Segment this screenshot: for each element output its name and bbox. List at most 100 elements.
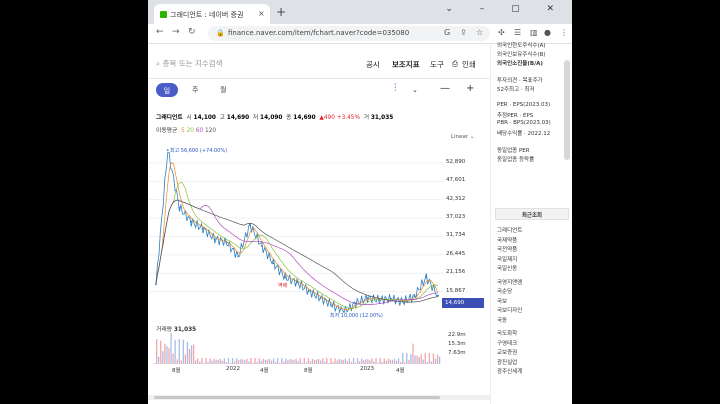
volume-bar bbox=[277, 358, 279, 364]
candle-type-icon[interactable]: ⫶ bbox=[394, 83, 397, 94]
recent-viewed-tab[interactable]: 최근조회 bbox=[495, 208, 569, 220]
recent-stock-link[interactable]: 국일신동 bbox=[497, 264, 517, 272]
tab-period-month[interactable]: 월 bbox=[220, 85, 226, 95]
high-annotation: 최고 56,600 (+74.00%) bbox=[170, 148, 228, 154]
recent-stock-link[interactable]: 국동 bbox=[497, 316, 507, 324]
sidepanel-icon[interactable]: ▥ bbox=[530, 28, 538, 37]
search-input[interactable]: 종목 또는 지수검색 bbox=[163, 59, 223, 68]
reading-list-icon[interactable]: ☰ bbox=[514, 28, 521, 37]
x-tick-label: 4월 bbox=[260, 368, 269, 374]
volume-bar bbox=[416, 355, 418, 364]
volume-bar bbox=[244, 360, 246, 364]
ma60-line bbox=[155, 199, 439, 306]
menu-notice[interactable]: 공시 bbox=[366, 59, 380, 70]
volume-bar bbox=[301, 362, 303, 364]
volume-bar bbox=[162, 351, 164, 364]
volume-chart[interactable] bbox=[148, 332, 444, 364]
recent-stock-link[interactable]: 국보디자인 bbox=[497, 306, 522, 314]
menu-indicators[interactable]: 보조지표 bbox=[392, 59, 420, 70]
volume-bar bbox=[242, 359, 244, 364]
y-tick-label: 21,156 bbox=[446, 269, 466, 276]
volume-bar bbox=[270, 360, 273, 364]
volume-bar bbox=[160, 340, 162, 364]
volume-bar bbox=[188, 348, 191, 364]
print-icon[interactable]: ⎙ bbox=[452, 59, 458, 69]
recent-stock-link[interactable]: 국일제지 bbox=[497, 255, 517, 263]
recent-stock-link[interactable]: 광주신세계 bbox=[497, 367, 522, 375]
search-icon: ⌕ bbox=[156, 59, 161, 68]
info-sidebar: 외국인한도주식수(A) 외국인보유주식수(B) 외국인소진율(B/A) 투자의견 · … bbox=[490, 43, 572, 404]
volume-bar bbox=[385, 360, 387, 364]
recent-stock-link[interactable]: 구영테크 bbox=[497, 339, 517, 347]
price-point bbox=[366, 297, 369, 299]
menu-print[interactable]: 인쇄 bbox=[462, 59, 476, 70]
volume-bar bbox=[379, 358, 381, 364]
volume-bar bbox=[307, 358, 310, 364]
browser-window: 그래디언트 : 네이버 증권 × + ⌄ – ▢ ✕ ← → ↻ 🔒 finan… bbox=[148, 0, 572, 404]
window-controls[interactable]: ⌄ – ▢ ✕ bbox=[445, 4, 566, 14]
share-icon[interactable]: ⇪ bbox=[460, 28, 467, 37]
zoom-out-icon[interactable]: — bbox=[440, 83, 450, 94]
volume-bar bbox=[434, 358, 437, 364]
sidebar-stat-label: 외국인한도주식수(A) bbox=[497, 43, 546, 49]
chevron-down-icon[interactable]: ⌄ bbox=[412, 86, 418, 94]
price-point bbox=[307, 290, 310, 293]
browser-tab[interactable]: 그래디언트 : 네이버 증권 × bbox=[154, 4, 270, 24]
google-icon[interactable]: G bbox=[444, 28, 450, 37]
ma20-line bbox=[155, 181, 439, 309]
low-annotation: 최저 10,000 (12.00%) bbox=[330, 313, 383, 319]
sidebar-scrollbar[interactable] bbox=[564, 60, 570, 160]
recent-stock-link[interactable]: 국도화학 bbox=[497, 329, 517, 337]
recent-stock-link[interactable]: 국영지앤엠 bbox=[497, 278, 522, 286]
menu-icon[interactable]: ⋮ bbox=[560, 28, 568, 37]
price-point bbox=[390, 297, 392, 300]
volume-bar bbox=[408, 359, 410, 364]
volume-bar bbox=[336, 360, 338, 364]
price-point bbox=[354, 302, 357, 305]
recent-stock-link[interactable]: 국제약품 bbox=[497, 236, 517, 244]
moving-average-legend[interactable]: 이동평균 5 20 60 120 bbox=[156, 125, 216, 134]
star-icon[interactable]: ☆ bbox=[476, 28, 483, 37]
back-icon[interactable]: ← bbox=[156, 27, 164, 37]
recent-stock-link[interactable]: 그래디언트 bbox=[497, 226, 522, 234]
volume-bar bbox=[424, 353, 426, 364]
price-point bbox=[178, 206, 181, 209]
x-tick-label: 4월 bbox=[396, 368, 405, 374]
new-tab-icon[interactable]: + bbox=[276, 5, 286, 19]
price-point bbox=[272, 262, 275, 265]
forward-icon[interactable]: → bbox=[172, 27, 180, 37]
chart-scrollbar-thumb[interactable] bbox=[154, 396, 440, 399]
volume-bar bbox=[215, 359, 217, 364]
y-tick-label: 15,867 bbox=[446, 287, 466, 294]
price-chart[interactable] bbox=[148, 144, 444, 320]
volume-bar bbox=[350, 362, 353, 364]
recent-stock-link[interactable]: 교보증권 bbox=[497, 348, 517, 356]
volume-bar bbox=[254, 358, 256, 364]
y-tick-label: 47,601 bbox=[446, 177, 466, 184]
tab-period-day[interactable]: 일 bbox=[156, 83, 178, 97]
tab-period-week[interactable]: 주 bbox=[192, 85, 198, 95]
recent-stock-link[interactable]: 광진실업 bbox=[497, 358, 517, 366]
reload-icon[interactable]: ↻ bbox=[188, 27, 196, 37]
close-tab-icon[interactable]: × bbox=[258, 9, 265, 18]
recent-stock-link[interactable]: 국보 bbox=[497, 297, 507, 305]
volume-bar bbox=[303, 358, 305, 364]
scale-select[interactable]: Linear ⌄ bbox=[451, 134, 474, 140]
zoom-in-icon[interactable]: + bbox=[466, 83, 474, 94]
profile-icon[interactable]: ● bbox=[544, 28, 551, 37]
volume-bar bbox=[315, 359, 318, 364]
volume-bar bbox=[289, 359, 291, 364]
menu-tools[interactable]: 도구 bbox=[430, 59, 444, 70]
extensions-icon[interactable]: ✣ bbox=[498, 28, 505, 37]
current-price-tag: 14,690 bbox=[442, 298, 484, 308]
ma120-line bbox=[155, 199, 439, 303]
volume-bar bbox=[227, 358, 230, 364]
volume-bar bbox=[260, 360, 262, 364]
recent-stock-link[interactable]: 국순당 bbox=[497, 287, 512, 295]
sidebar-stat-label: 추정PER · EPS bbox=[497, 113, 534, 119]
recent-stock-link[interactable]: 국전약품 bbox=[497, 245, 517, 253]
x-tick-label: 8월 bbox=[172, 368, 181, 374]
volume-bar bbox=[174, 339, 176, 364]
volume-bar bbox=[248, 361, 250, 364]
sidebar-stat-label: PER · EPS(2023.03) bbox=[497, 102, 551, 108]
